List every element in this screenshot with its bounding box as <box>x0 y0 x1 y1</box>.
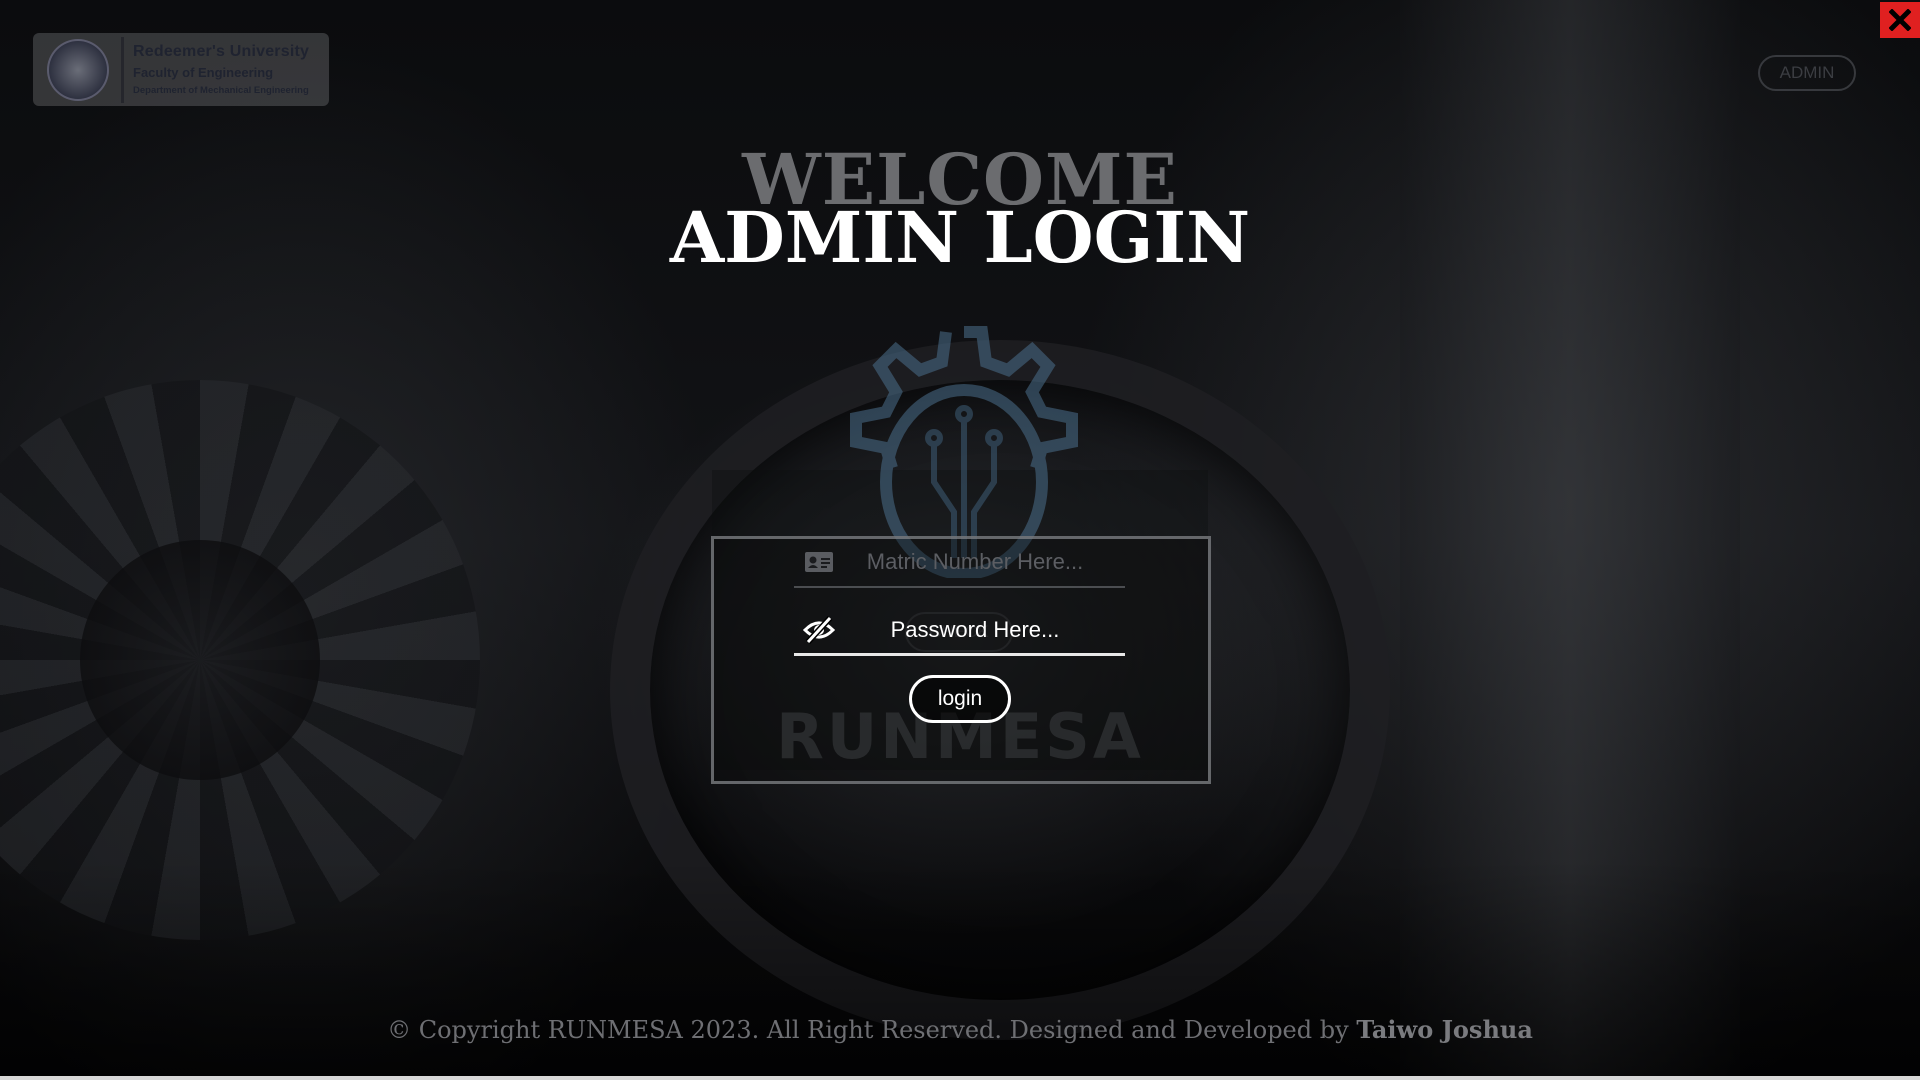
background-gear <box>0 380 480 940</box>
matric-field <box>794 538 1125 588</box>
password-field <box>794 606 1125 656</box>
brand-divider <box>121 36 124 103</box>
university-name: Redeemer's University <box>133 43 310 60</box>
login-screen: Redeemer's University Faculty of Enginee… <box>0 0 1920 1080</box>
password-input[interactable] <box>838 615 1112 644</box>
footer: © Copyright RUNMESA 2023. All Right Rese… <box>0 1015 1920 1044</box>
id-card-icon <box>802 545 836 579</box>
eye-slash-icon[interactable] <box>802 613 836 647</box>
matric-input[interactable] <box>838 548 1112 576</box>
brand-text: Redeemer's University Faculty of Enginee… <box>133 43 309 96</box>
university-seal-logo <box>47 38 109 101</box>
background-floor-shade <box>0 860 1920 1080</box>
department-name: Department of Mechanical Engineering <box>133 85 309 96</box>
copyright-text: © Copyright RUNMESA 2023. All Right Rese… <box>387 1016 1349 1044</box>
login-button[interactable]: login <box>909 675 1011 723</box>
close-button[interactable] <box>1880 2 1920 38</box>
faculty-name: Faculty of Engineering <box>133 65 274 80</box>
author-name: Taiwo Joshua <box>1356 1015 1533 1044</box>
page-title: ADMIN LOGIN <box>669 196 1251 279</box>
close-icon <box>1889 9 1911 31</box>
university-brand[interactable]: Redeemer's University Faculty of Enginee… <box>33 33 329 106</box>
admin-button[interactable]: ADMIN <box>1758 55 1856 91</box>
bottom-border <box>0 1076 1920 1080</box>
